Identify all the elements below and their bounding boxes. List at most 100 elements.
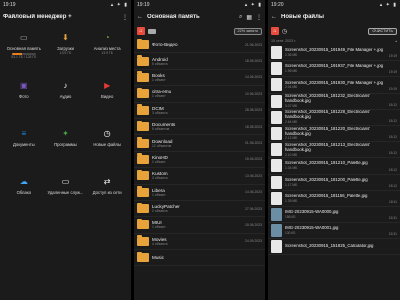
category-tile[interactable]: ⬇ Загрузки 13.9 ГБ	[45, 29, 87, 71]
category-tile[interactable]: ≡ Документы	[3, 125, 45, 167]
category-tile[interactable]: ▣ Фото	[3, 77, 45, 119]
folder-row[interactable]: DCIM 3 объекта 28.08.2023	[134, 103, 265, 119]
folder-item-count: 3 объекта	[152, 110, 168, 115]
more-icon[interactable]: ⋮	[122, 14, 128, 21]
category-tile[interactable]: ⇄ Доступ из сети	[86, 173, 128, 215]
status-time: 19:20	[271, 1, 284, 8]
file-name: Screenshot_20230915_151825_Calculator.jp…	[285, 244, 374, 249]
file-row[interactable]: Screenshot_20230915_181228_Electricians'…	[268, 110, 400, 126]
file-time: 15:31	[388, 232, 397, 237]
file-row[interactable]: IMG-20230915-WA0001.jpg 130 КБ 15:31	[268, 223, 400, 240]
more-icon[interactable]: ⋮	[256, 14, 262, 21]
new-files-icon: ◷	[103, 128, 111, 138]
folder-icon	[137, 55, 149, 66]
file-size: 2.10 МБ	[285, 152, 298, 157]
clear-button[interactable]: ОЧИСТИТЬ	[368, 27, 397, 35]
folder-row[interactable]: Books 1 объект 14.06.2023	[134, 70, 265, 87]
folder-date: 18.08.2023	[245, 124, 262, 129]
folder-row[interactable]: Android 5 объекта 18.05.2023	[134, 53, 265, 70]
file-time: 18:12	[388, 183, 397, 188]
file-row[interactable]: Screenshot_20230915_151825_Calculator.jp…	[268, 239, 400, 256]
file-row[interactable]: IMG-20230915-WA0000.jpg 156 КБ 15:31	[268, 207, 400, 224]
category-label: Фото	[19, 94, 29, 99]
folder-item-count: 1 объект	[152, 225, 166, 230]
folder-date: 01.06.2023	[245, 141, 262, 146]
status-time: 19:19	[3, 1, 16, 8]
category-tile[interactable]: ☁ Облако	[3, 173, 45, 215]
back-arrow-icon[interactable]: ←	[137, 14, 143, 20]
date-group-header: 15 сент. 2023 г. ▴	[268, 37, 400, 45]
cloud-icon: ☁	[19, 176, 28, 186]
storage-analysis-icon: ◔	[104, 32, 110, 42]
file-row[interactable]: Screenshot_20230915_181210_Palette.jpg 1.…	[268, 158, 400, 175]
file-time: 18:12	[388, 102, 397, 107]
category-tile[interactable]: ◔ Анализ места 13.9 ГБ	[86, 29, 128, 71]
home-icon[interactable]: ⌂	[137, 27, 145, 35]
folder-row[interactable]: KinoHD 1 объект 15.06.2023	[134, 152, 265, 169]
folder-text: Music	[152, 255, 262, 260]
back-arrow-icon[interactable]: ←	[271, 14, 277, 20]
view-grid-icon[interactable]: ▦	[246, 14, 252, 21]
file-row[interactable]: Screenshot_20230915_191949_File Manager …	[268, 45, 400, 62]
app-bar: Файловый менеджер + ⋮	[0, 9, 131, 25]
folder-row[interactable]: Documents 5 объектов 18.08.2023	[134, 119, 265, 136]
file-text: Screenshot_20230915_181200_Palette.jpg 1.…	[285, 178, 387, 187]
home-icon[interactable]: ⌂	[271, 27, 279, 35]
file-text: Screenshot_20230915_151825_Calculator.jp…	[285, 244, 397, 249]
main-storage-panel: 19:19 ▴ ✦ ▮ ← Основная память ⌕ ▦ ⋮ ⌂ 22…	[134, 0, 265, 300]
category-tile[interactable]: ✦ Программы	[45, 125, 87, 167]
status-icons: ▴ ✦ ▮	[110, 1, 128, 8]
folder-text: citra-emu 1 объект	[152, 89, 243, 98]
folder-name: Фото-Видео	[152, 42, 178, 48]
folder-row[interactable]: Фото-Видео 21.06.2023	[134, 37, 265, 54]
folder-text: Movies 4 объекта	[152, 237, 243, 246]
folder-name: Music	[152, 255, 164, 261]
status-time: 19:19	[137, 1, 150, 8]
folder-row[interactable]: Libera 1 объект 14.06.2023	[134, 185, 265, 201]
folder-text: Android 5 объекта	[152, 57, 243, 66]
file-thumbnail	[271, 127, 282, 141]
folder-row[interactable]: Music	[134, 250, 265, 267]
folder-text: Download 12 объектов	[152, 139, 243, 148]
file-row[interactable]: Screenshot_20230915_191937_File Manager …	[268, 61, 400, 78]
folder-row[interactable]: MIUI 1 объект 15.06.2023	[134, 217, 265, 234]
file-time: 15:31	[388, 216, 397, 221]
folder-icon	[137, 202, 149, 214]
category-tile[interactable]: ▭ Удаленные служ...	[45, 173, 87, 215]
storage-usage-chip[interactable]: 22% занято	[233, 27, 262, 35]
category-tile[interactable]: ◷ Новые файлы	[86, 125, 128, 167]
folder-item-count: 1 объект	[152, 77, 166, 82]
device-storage-icon[interactable]	[148, 28, 156, 34]
category-tile[interactable]: ♪ Аудио	[45, 77, 87, 119]
folder-item-count: 5 объекта	[152, 61, 168, 66]
folder-row[interactable]: Movies 4 объекта 24.09.2023	[134, 234, 265, 251]
category-label: Удаленные служ...	[47, 190, 84, 195]
folder-icon	[137, 218, 149, 230]
file-row[interactable]: Screenshot_20230915_191930_File Manager …	[268, 77, 400, 94]
file-row[interactable]: Screenshot_20230915_181220_Electricians'…	[268, 126, 400, 143]
folder-text: Kustom 3 объекта	[152, 171, 243, 180]
category-tile[interactable]: ▶ Видео	[86, 77, 128, 119]
file-row[interactable]: Screenshot_20230915_181156_Palette.jpg 1.…	[268, 191, 400, 207]
file-row[interactable]: Screenshot_20230915_181232_Electricians'…	[268, 94, 400, 110]
file-time: 19:19	[388, 86, 397, 91]
folder-row[interactable]: citra-emu 1 объект 10.06.2023	[134, 86, 265, 103]
file-name: Screenshot_20230915_181220_Electricians'…	[285, 126, 371, 136]
remote-services-icon: ▭	[61, 176, 70, 186]
app-bar: ← Новые файлы	[268, 9, 400, 25]
folder-row[interactable]: Download 12 объектов 01.06.2023	[134, 135, 265, 152]
folder-row[interactable]: Kustom 3 объекта 13.06.2023	[134, 168, 265, 185]
folder-date: 18.05.2023	[245, 59, 262, 64]
file-row[interactable]: Screenshot_20230915_181200_Palette.jpg 1.…	[268, 175, 400, 191]
folder-date: 13.06.2023	[245, 173, 262, 178]
file-text: Screenshot_20230915_181232_Electricians'…	[285, 94, 387, 108]
folder-text: KinoHD 1 объект	[152, 155, 243, 164]
search-icon[interactable]: ⌕	[239, 14, 242, 21]
category-tile[interactable]: ▭ Основная память 53.1 ГБ / 128 ГБ	[3, 29, 45, 71]
folder-text: Фото-Видео	[152, 42, 243, 47]
file-row[interactable]: Screenshot_20230915_181213_Electricians'…	[268, 142, 400, 159]
folder-item-count: 1 объект	[152, 192, 166, 197]
folder-row[interactable]: LuckyPatcher 2 объекта 27.06.2023	[134, 201, 265, 218]
collapse-icon[interactable]: ▴	[395, 39, 397, 43]
file-time: 18:12	[388, 167, 397, 172]
